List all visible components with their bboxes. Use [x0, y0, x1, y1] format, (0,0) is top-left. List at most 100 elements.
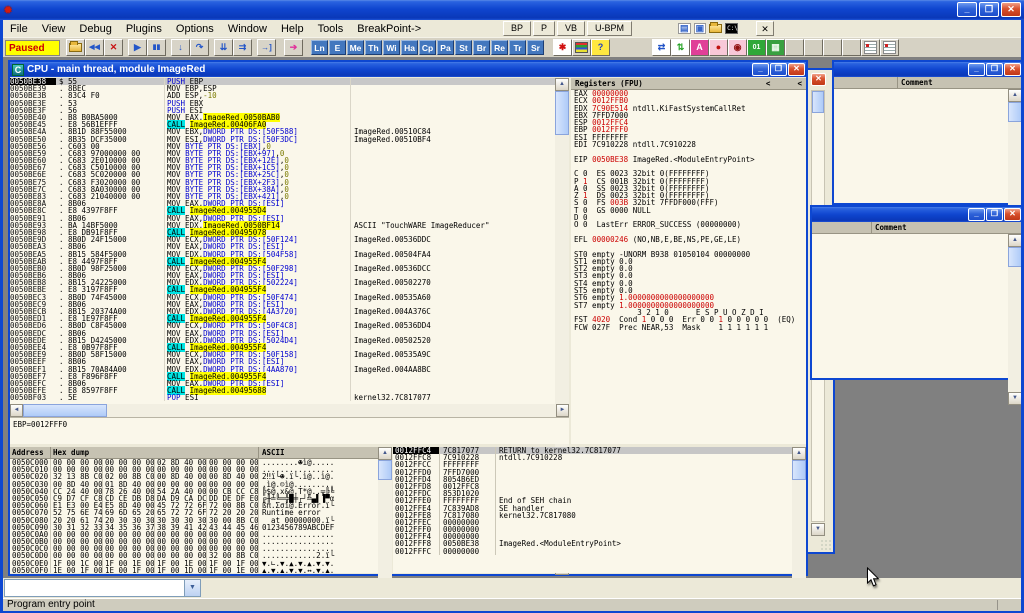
- stack-vscrollbar[interactable]: ▲ ▼: [792, 447, 806, 578]
- cpu-window[interactable]: C CPU - main thread, module ImageRed _❐✕…: [8, 60, 808, 576]
- comment-window-top[interactable]: _❐✕ Comment ▲ ▼: [832, 60, 1021, 205]
- comment-window-middle[interactable]: _❐✕ Comment ▲ ▼: [810, 205, 1021, 380]
- step-over-button[interactable]: ↷: [190, 39, 209, 56]
- band-button-ubpm[interactable]: U-BPM: [587, 21, 632, 36]
- scrollbar-track[interactable]: [378, 480, 392, 578]
- disasm-row[interactable]: 0050BF03.5EPOP ESIkernel32.7C817077: [10, 394, 555, 401]
- memory-map-button[interactable]: ▦: [766, 39, 785, 56]
- band-button-p[interactable]: P: [533, 21, 555, 36]
- menu-breakpoint[interactable]: BreakPoint->: [350, 23, 428, 35]
- close-program-button[interactable]: ✕: [104, 39, 123, 56]
- resize-grip[interactable]: [820, 539, 832, 551]
- scroll-up-button[interactable]: ▲: [792, 447, 806, 460]
- notes-list-button[interactable]: [880, 39, 899, 56]
- log-list-button[interactable]: [861, 39, 880, 56]
- minimize-button[interactable]: _: [957, 2, 977, 17]
- comment-window-top-body[interactable]: [834, 89, 1008, 203]
- restore-button[interactable]: ❐: [986, 63, 1003, 76]
- save-icon[interactable]: ▣: [694, 23, 707, 34]
- scroll-up-button[interactable]: ▲: [1008, 89, 1021, 102]
- menu-file[interactable]: File: [3, 23, 35, 35]
- register-line[interactable]: EDI 7C910228 ntdll.7C910228: [571, 141, 806, 148]
- animate-over-button[interactable]: ⇉: [233, 39, 252, 56]
- minimize-button[interactable]: _: [968, 208, 985, 221]
- window-executables-button[interactable]: E: [329, 40, 346, 55]
- band-close-button[interactable]: ✕: [756, 21, 774, 36]
- ascii-view-button[interactable]: A: [690, 39, 709, 56]
- scroll-up-button[interactable]: ▲: [1008, 234, 1021, 247]
- close-button[interactable]: ✕: [788, 63, 805, 76]
- help-button[interactable]: ?: [591, 39, 610, 56]
- stack-row[interactable]: 0012FFFC00000000: [393, 548, 792, 555]
- window-patches-button[interactable]: Pa: [437, 40, 454, 55]
- window-source-button[interactable]: Sr: [527, 40, 544, 55]
- window-trace-button[interactable]: Tr: [509, 40, 526, 55]
- menu-help[interactable]: Help: [274, 23, 311, 35]
- open-folder-icon[interactable]: [709, 24, 722, 33]
- console-icon[interactable]: C:\: [725, 23, 738, 34]
- disasm-row[interactable]: 0050BE3E.53PUSH EBX: [10, 100, 555, 107]
- disasm-row[interactable]: 0050BE3B.83C4 F0ADD ESP,-10: [10, 92, 555, 99]
- window-threads-button[interactable]: Th: [365, 40, 382, 55]
- menu-tools[interactable]: Tools: [311, 23, 351, 35]
- registers-pane[interactable]: Registers (FPU) < < EAX 00000000ECX 0012…: [571, 78, 806, 444]
- comment-window-middle-body[interactable]: [812, 234, 1008, 378]
- execute-till-return-button[interactable]: →]: [257, 39, 276, 56]
- sync-views-button[interactable]: ⇅: [671, 39, 690, 56]
- disasm-row[interactable]: 0050BEFE.E8 8597F8FFCALL ImageRed.004956…: [10, 387, 555, 394]
- scrollbar-thumb[interactable]: [812, 91, 824, 113]
- animate-into-button[interactable]: ⇊: [214, 39, 233, 56]
- options-button[interactable]: ✱: [553, 39, 572, 56]
- info-pane[interactable]: EBP=0012FFF0: [10, 417, 569, 444]
- cpu-window-titlebar[interactable]: C CPU - main thread, module ImageRed _❐✕: [10, 62, 806, 77]
- go-to-address-button[interactable]: ➔: [284, 39, 303, 56]
- window-cpu-button[interactable]: Cp: [419, 40, 436, 55]
- window-windows-button[interactable]: Wi: [383, 40, 400, 55]
- window-log-button[interactable]: Ln: [311, 40, 328, 55]
- binary-view-button[interactable]: 01: [747, 39, 766, 56]
- scroll-down-button[interactable]: ▼: [1008, 392, 1021, 405]
- band-button-vb[interactable]: VB: [557, 21, 585, 36]
- window-stack-button[interactable]: St: [455, 40, 472, 55]
- menu-plugins[interactable]: Plugins: [119, 23, 169, 35]
- dump-vscrollbar[interactable]: ▲ ▼: [378, 447, 392, 578]
- menu-debug[interactable]: Debug: [72, 23, 118, 35]
- pause-button[interactable]: ▮▮: [147, 39, 166, 56]
- scroll-right-button[interactable]: ►: [556, 404, 569, 417]
- background-window-close-button[interactable]: ✕: [811, 73, 826, 86]
- menu-view[interactable]: View: [35, 23, 73, 35]
- band-button-bp[interactable]: BP: [503, 21, 531, 36]
- scrollbar-thumb[interactable]: [23, 404, 107, 417]
- breakpoint-button[interactable]: ●: [709, 39, 728, 56]
- scrollbar-track[interactable]: [792, 480, 806, 578]
- restore-button[interactable]: ❐: [979, 2, 999, 17]
- combobox-dropdown-button[interactable]: ▼: [184, 580, 200, 596]
- disassembly-hscrollbar[interactable]: ◄ ►: [10, 404, 569, 417]
- register-line[interactable]: O 0 LastErr ERROR_SUCCESS (00000000): [571, 221, 806, 228]
- close-button[interactable]: ✕: [1004, 208, 1021, 221]
- disasm-row[interactable]: 0050BE38$55PUSH EBP: [10, 78, 555, 85]
- window-breakpoints-button[interactable]: Br: [473, 40, 490, 55]
- restore-button[interactable]: ❐: [770, 63, 787, 76]
- scroll-up-button[interactable]: ▲: [378, 447, 392, 460]
- command-combobox[interactable]: ▼: [4, 579, 201, 597]
- scrollbar-thumb[interactable]: [1008, 102, 1021, 122]
- scrollbar-thumb[interactable]: [792, 460, 806, 480]
- comment-window-middle-scrollbar[interactable]: ▲ ▼: [1008, 234, 1021, 405]
- scroll-down-button[interactable]: ▼: [811, 523, 825, 536]
- minimize-button[interactable]: _: [752, 63, 769, 76]
- restart-button[interactable]: ◀◀: [85, 39, 104, 56]
- register-line[interactable]: EIP 0050BE38 ImageRed.<ModuleEntryPoint>: [571, 156, 806, 163]
- menu-window[interactable]: Window: [221, 23, 274, 35]
- scroll-left-button[interactable]: ◄: [10, 404, 23, 417]
- scrollbar-track[interactable]: [1008, 267, 1021, 392]
- copy-window-icon[interactable]: ▤: [678, 23, 691, 34]
- window-references-button[interactable]: Re: [491, 40, 508, 55]
- close-button[interactable]: ✕: [1004, 63, 1021, 76]
- scrollbar-track[interactable]: [1008, 122, 1021, 217]
- spiral-button[interactable]: ◉: [728, 39, 747, 56]
- hex-dump-pane[interactable]: Address Hex dump ASCII 0050C00000 00 00 …: [10, 447, 378, 573]
- disassembly-pane[interactable]: 0050BE38$55PUSH EBP0050BE39.8BECMOV EBP,…: [10, 78, 555, 404]
- scroll-up-button[interactable]: ▲: [555, 78, 569, 91]
- appearance-button[interactable]: [572, 39, 591, 56]
